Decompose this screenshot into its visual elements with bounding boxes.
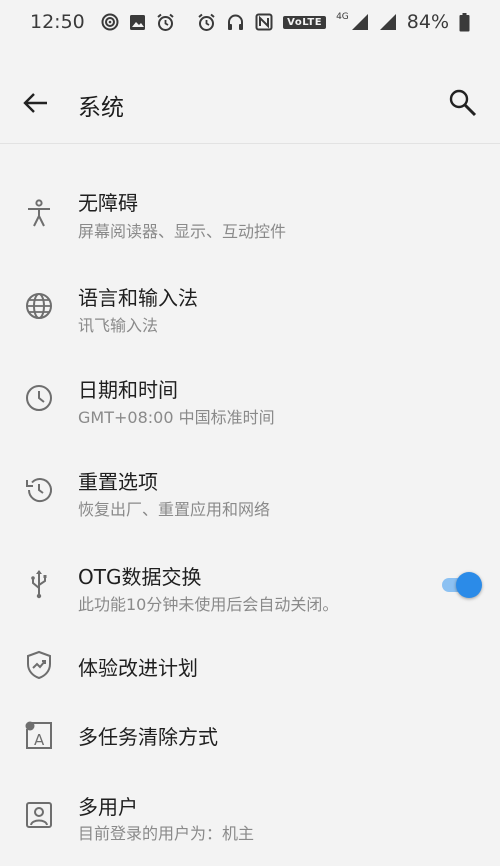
shield-chart-icon — [23, 649, 55, 681]
item-subtitle: 讯飞输入法 — [78, 316, 159, 335]
arrow-left-icon — [23, 93, 47, 113]
status-time: 12:50 — [30, 11, 85, 33]
list-item-accessibility[interactable]: 无障碍 屏幕阅读器、显示、互动控件 — [0, 178, 500, 258]
swirl-app-icon — [101, 13, 119, 31]
status-bar: 12:50 VoLTE 4G 84% — [0, 0, 500, 44]
item-title: 语言和输入法 — [78, 286, 198, 310]
list-item-otg[interactable]: OTG数据交换 此功能10分钟未使用后会自动关闭。 — [0, 550, 500, 630]
signal-icon — [351, 14, 368, 30]
network-type: 4G — [336, 12, 349, 22]
globe-icon — [23, 290, 55, 322]
back-button[interactable] — [20, 87, 52, 119]
item-title: 无障碍 — [78, 191, 138, 215]
app-bar: 系统 — [0, 44, 500, 144]
item-title: 多用户 — [78, 795, 138, 819]
usb-icon — [23, 568, 55, 600]
clock-icon — [23, 382, 55, 414]
status-left: 12:50 — [30, 11, 175, 33]
list-item-reset[interactable]: 重置选项 恢复出厂、重置应用和网络 — [0, 456, 500, 536]
history-icon — [23, 474, 55, 506]
user-icon — [23, 799, 55, 831]
list-item-multitask-clear[interactable]: A 多任务清除方式 — [0, 708, 500, 764]
otg-toggle[interactable] — [440, 570, 482, 600]
list-item-multi-user[interactable]: 多用户 目前登录的用户为：机主 — [0, 780, 500, 860]
headphones-icon — [228, 14, 244, 30]
battery-percent: 84% — [406, 11, 449, 33]
item-subtitle: 恢复出厂、重置应用和网络 — [78, 500, 271, 519]
search-icon — [449, 89, 477, 117]
volte-badge: VoLTE — [283, 15, 327, 29]
item-title: OTG数据交换 — [78, 565, 202, 589]
alarm-icon — [198, 13, 215, 31]
alarm-icon — [157, 13, 174, 31]
status-right: VoLTE 4G 84% — [197, 11, 470, 33]
page-title: 系统 — [78, 95, 124, 121]
item-subtitle: 屏幕阅读器、显示、互动控件 — [78, 222, 287, 241]
nfc-icon — [255, 13, 273, 31]
list-item-date-time[interactable]: 日期和时间 GMT+08:00 中国标准时间 — [0, 364, 500, 444]
image-icon — [129, 14, 145, 30]
signal-icon — [379, 14, 396, 30]
search-button[interactable] — [446, 86, 480, 120]
battery-icon — [459, 12, 470, 31]
item-subtitle: GMT+08:00 中国标准时间 — [78, 408, 275, 427]
item-subtitle: 此功能10分钟未使用后会自动关闭。 — [78, 595, 339, 614]
item-subtitle: 目前登录的用户为：机主 — [78, 824, 255, 843]
list-item-language[interactable]: 语言和输入法 讯飞输入法 — [0, 272, 500, 352]
svg-text:A: A — [34, 731, 45, 749]
accessibility-icon — [23, 197, 55, 229]
item-title: 日期和时间 — [78, 378, 178, 402]
clear-mode-icon: A — [23, 719, 55, 751]
item-title: 重置选项 — [78, 470, 158, 494]
item-title: 体验改进计划 — [78, 656, 198, 680]
toggle-thumb — [456, 572, 482, 598]
item-title: 多任务清除方式 — [78, 725, 218, 749]
list-item-improvement-plan[interactable]: 体验改进计划 — [0, 640, 500, 696]
